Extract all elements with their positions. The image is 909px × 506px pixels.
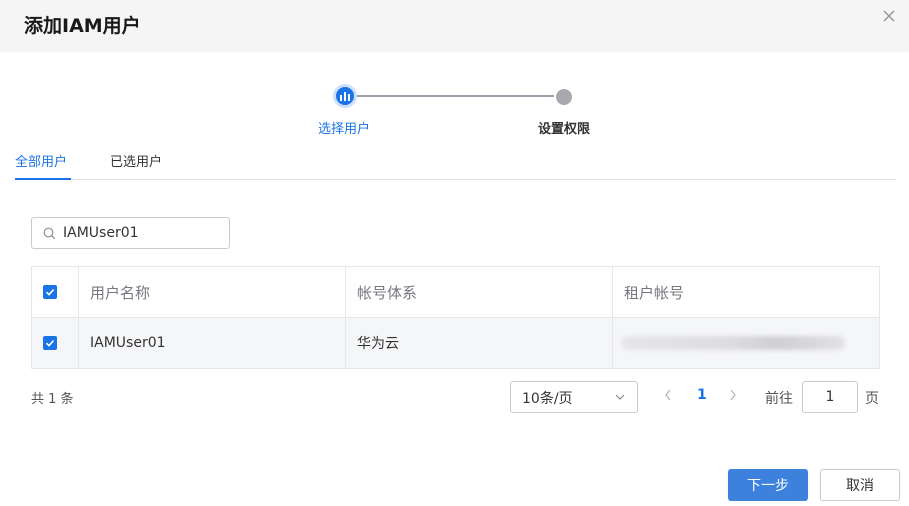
close-icon[interactable] (879, 6, 899, 26)
cell-account-system: 华为云 (346, 318, 613, 368)
step-connector (356, 95, 554, 97)
select-all-checkbox[interactable] (43, 285, 57, 299)
user-table: 用户名称 帐号体系 租户帐号 IAMUser01 华为云 (31, 266, 880, 369)
column-header-tenant-account: 租户帐号 (624, 283, 685, 302)
table-header-row: 用户名称 帐号体系 租户帐号 (32, 267, 879, 318)
chevron-right-icon (730, 389, 736, 401)
goto-page-input[interactable] (802, 381, 858, 413)
page-size-select[interactable]: 10条/页 (510, 381, 638, 413)
search-input[interactable] (63, 222, 223, 244)
row-checkbox-cell (32, 318, 79, 368)
page-number-current[interactable]: 1 (697, 387, 707, 403)
dialog-title: 添加IAM用户 (24, 15, 141, 37)
next-page-button[interactable] (729, 389, 737, 405)
stepper: 选择用户 设置权限 (0, 80, 909, 140)
row-checkbox[interactable] (43, 336, 57, 350)
goto-unit-label: 页 (865, 391, 879, 407)
redacted-tenant-account (621, 336, 845, 350)
step-1-label: 选择用户 (317, 122, 370, 137)
column-header-user-name: 用户名称 (79, 267, 346, 317)
chevron-down-icon (615, 394, 625, 400)
cell-tenant-account (613, 318, 879, 368)
step-1-indicator (333, 84, 357, 108)
search-icon (43, 227, 56, 240)
table-row[interactable]: IAMUser01 华为云 (32, 318, 879, 368)
search-box (31, 217, 230, 249)
tab-bar: 全部用户 已选用户 (15, 150, 896, 180)
next-step-button[interactable]: 下一步 (728, 469, 808, 501)
cell-user-name: IAMUser01 (79, 318, 346, 368)
header-checkbox-cell (32, 267, 79, 317)
tab-all-users[interactable]: 全部用户 (15, 151, 71, 180)
step-2-label: 设置权限 (537, 122, 590, 137)
prev-page-button[interactable] (664, 389, 672, 405)
step-2-indicator (556, 89, 572, 105)
total-count: 共 1 条 (31, 392, 74, 407)
cancel-button[interactable]: 取消 (820, 469, 900, 501)
chart-bars-icon (340, 92, 350, 101)
dialog-header: 添加IAM用户 (0, 0, 909, 52)
column-header-account-system: 帐号体系 (346, 267, 613, 317)
page-size-value: 10条/页 (522, 391, 573, 407)
tab-selected-users[interactable]: 已选用户 (110, 151, 162, 180)
goto-label: 前往 (765, 391, 793, 407)
chevron-left-icon (665, 389, 671, 401)
